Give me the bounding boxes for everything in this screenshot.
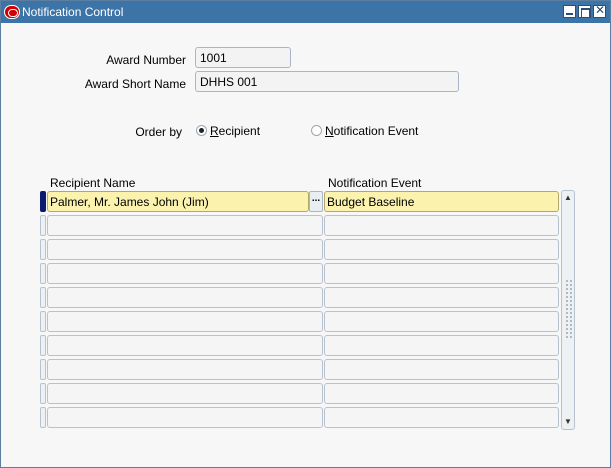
notification-event-cell[interactable] [324,311,559,332]
row-indicator[interactable] [40,191,46,212]
row-indicator[interactable] [40,311,46,332]
award-number-field[interactable]: 1001 [195,47,291,68]
scroll-grip-icon[interactable] [565,279,572,339]
recipient-name-cell[interactable] [47,407,323,428]
column-header-recipient-name: Recipient Name [50,176,136,190]
recipient-name-cell[interactable] [47,215,323,236]
scroll-up-arrow-icon[interactable]: ▲ [563,193,573,203]
recipient-name-cell[interactable] [47,311,323,332]
row-indicator[interactable] [40,335,46,356]
order-by-recipient-radio[interactable] [196,125,207,136]
close-button[interactable]: ✕ [593,3,606,18]
recipient-name-cell[interactable] [47,263,323,284]
order-by-notification-event-radio[interactable] [311,125,322,136]
notification-event-cell[interactable] [324,263,559,284]
award-short-name-field[interactable]: DHHS 001 [195,71,459,92]
notification-event-cell[interactable] [324,335,559,356]
notification-control-window: Notification Control ✕ Award Number 1001… [0,0,611,468]
title-bar[interactable]: Notification Control ✕ [1,1,610,23]
recipient-name-cell[interactable] [47,239,323,260]
recipient-name-cell[interactable]: Palmer, Mr. James John (Jim) [47,191,309,212]
notification-event-cell[interactable] [324,287,559,308]
column-header-notification-event: Notification Event [328,176,422,190]
order-by-recipient-label[interactable]: Recipient [210,124,260,138]
row-indicator[interactable] [40,239,46,260]
row-indicator[interactable] [40,407,46,428]
row-indicator[interactable] [40,287,46,308]
scroll-down-arrow-icon[interactable]: ▼ [563,417,573,427]
minimize-button[interactable] [563,5,576,18]
list-of-values-button[interactable]: ... [309,191,323,212]
order-by-notification-event-label[interactable]: Notification Event [325,124,418,138]
notification-event-cell[interactable]: Budget Baseline [324,191,559,212]
order-by-label: Order by [135,125,182,139]
notification-event-cell[interactable] [324,215,559,236]
recipient-name-cell[interactable] [47,335,323,356]
award-number-label: Award Number [106,53,186,67]
notification-event-cell[interactable] [324,239,559,260]
notification-event-cell[interactable] [324,383,559,404]
oracle-app-icon [4,5,20,19]
notification-event-cell[interactable] [324,359,559,380]
row-indicator[interactable] [40,263,46,284]
window-title: Notification Control [22,5,124,19]
recipient-name-cell[interactable] [47,359,323,380]
row-indicator[interactable] [40,383,46,404]
notification-event-cell[interactable] [324,407,559,428]
row-indicator[interactable] [40,359,46,380]
row-indicator[interactable] [40,215,46,236]
recipient-name-cell[interactable] [47,287,323,308]
award-short-name-label: Award Short Name [84,77,186,91]
table-scrollbar[interactable]: ▲ ▼ [561,190,575,430]
maximize-button[interactable] [578,5,591,18]
close-icon: ✕ [595,3,606,17]
recipient-name-cell[interactable] [47,383,323,404]
